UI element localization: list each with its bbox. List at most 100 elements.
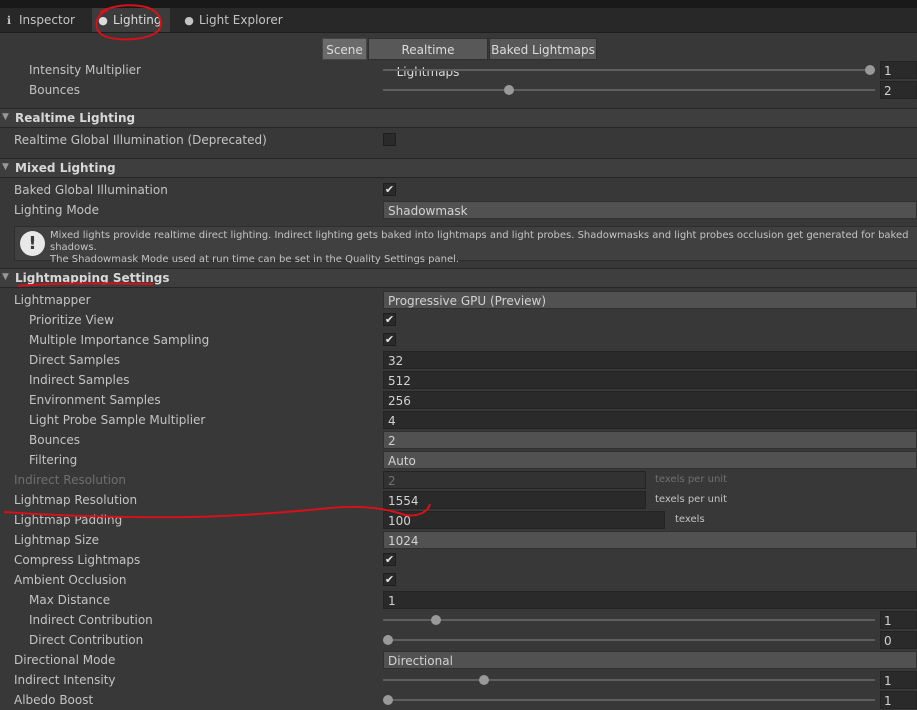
indirect-intensity-knob[interactable] xyxy=(479,675,490,685)
directional-mode-dropdown[interactable]: Directional xyxy=(383,651,917,669)
filtering-row: Filtering Auto xyxy=(0,450,917,470)
lightmap-size-dropdown[interactable]: 1024 xyxy=(383,531,917,549)
light-probe-multiplier-label: Light Probe Sample Multiplier xyxy=(29,413,206,427)
realtime-gi-checkbox[interactable] xyxy=(383,133,396,146)
environment-samples-row: Environment Samples 256 xyxy=(0,390,917,410)
directional-mode-row: Directional Mode Directional xyxy=(0,650,917,670)
realtime-lighting-header[interactable]: ▼ Realtime Lighting xyxy=(0,108,917,128)
intensity-multiplier-slider[interactable] xyxy=(383,69,875,71)
lightmapper-dropdown[interactable]: Progressive GPU (Preview) xyxy=(383,291,917,309)
ambient-occlusion-row: Ambient Occlusion ✔ xyxy=(0,570,917,590)
mis-label: Multiple Importance Sampling xyxy=(29,333,210,347)
albedo-boost-knob[interactable] xyxy=(383,695,393,705)
foldout-triangle-icon: ▼ xyxy=(2,112,9,122)
lightmap-resolution-row: Lightmap Resolution 1554 texels per unit xyxy=(0,490,917,510)
indirect-contribution-row: Indirect Contribution 1 xyxy=(0,610,917,630)
indirect-contribution-label: Indirect Contribution xyxy=(29,613,153,627)
environment-samples-label: Environment Samples xyxy=(29,393,161,407)
help-text: Mixed lights provide realtime direct lig… xyxy=(50,230,917,266)
intensity-multiplier-label: Intensity Multiplier xyxy=(29,63,141,77)
lighting-mode-row: Lighting Mode Shadowmask xyxy=(0,200,917,220)
baked-gi-row: Baked Global Illumination ✔ xyxy=(0,180,917,200)
section-title: Lightmapping Settings xyxy=(15,271,170,285)
albedo-boost-label: Albedo Boost xyxy=(14,693,94,707)
lightmap-padding-field[interactable]: 100 xyxy=(383,511,665,529)
bounces-slider[interactable] xyxy=(383,89,875,91)
intensity-multiplier-value[interactable]: 1 xyxy=(880,61,917,79)
indirect-contribution-value[interactable]: 1 xyxy=(880,611,917,629)
bounces-knob[interactable] xyxy=(503,85,514,95)
section-title: Mixed Lighting xyxy=(15,161,116,175)
lightmap-padding-label: Lightmap Padding xyxy=(14,513,123,527)
baked-gi-checkbox[interactable]: ✔ xyxy=(383,183,396,196)
indirect-resolution-suffix: texels per unit xyxy=(655,474,727,485)
direct-samples-row: Direct Samples 32 xyxy=(0,350,917,370)
lightmap-resolution-field[interactable]: 1554 xyxy=(383,491,646,509)
indirect-samples-field[interactable]: 512 xyxy=(383,371,917,389)
indirect-intensity-label: Indirect Intensity xyxy=(14,673,116,687)
baked-gi-label: Baked Global Illumination xyxy=(14,183,168,197)
bounces-row-top: Bounces 2 xyxy=(0,80,917,100)
albedo-boost-row: Albedo Boost 1 xyxy=(0,690,917,710)
mode-button-baked-lightmaps[interactable]: Baked Lightmaps xyxy=(489,38,597,60)
lighting-mode-label: Lighting Mode xyxy=(14,203,100,217)
direct-samples-field[interactable]: 32 xyxy=(383,351,917,369)
tab-light-explorer[interactable]: ● Light Explorer xyxy=(184,8,283,32)
bulb-icon: ● xyxy=(98,14,108,27)
ambient-occlusion-checkbox[interactable]: ✔ xyxy=(383,573,396,586)
direct-contribution-slider[interactable] xyxy=(383,639,875,641)
max-distance-field[interactable]: 1 xyxy=(383,591,917,609)
tab-label: Inspector xyxy=(19,13,75,27)
ambient-occlusion-label: Ambient Occlusion xyxy=(14,573,127,587)
intensity-multiplier-row: Intensity Multiplier 1 xyxy=(0,60,917,80)
light-probe-multiplier-field[interactable]: 4 xyxy=(383,411,917,429)
lightmapper-row: Lightmapper Progressive GPU (Preview) xyxy=(0,290,917,310)
lighting-mode-dropdown[interactable]: Shadowmask xyxy=(383,201,917,219)
direct-samples-label: Direct Samples xyxy=(29,353,120,367)
mis-checkbox[interactable]: ✔ xyxy=(383,333,396,346)
lm-bounces-dropdown[interactable]: 2 xyxy=(383,431,917,449)
filtering-dropdown[interactable]: Auto xyxy=(383,451,917,469)
lightmap-resolution-suffix: texels per unit xyxy=(655,494,727,505)
compress-lightmaps-checkbox[interactable]: ✔ xyxy=(383,553,396,566)
lightmap-padding-suffix: texels xyxy=(675,514,705,525)
tab-inspector[interactable]: ℹ Inspector xyxy=(4,8,75,32)
compress-lightmaps-label: Compress Lightmaps xyxy=(14,553,141,567)
indirect-resolution-field: 2 xyxy=(383,471,646,489)
direct-contribution-row: Direct Contribution 0 xyxy=(0,630,917,650)
section-title: Realtime Lighting xyxy=(15,111,136,125)
mode-button-scene[interactable]: Scene xyxy=(322,38,367,60)
mixed-lighting-header[interactable]: ▼ Mixed Lighting xyxy=(0,158,917,178)
intensity-multiplier-knob[interactable] xyxy=(865,65,875,75)
indirect-intensity-value[interactable]: 1 xyxy=(880,671,917,689)
filtering-label: Filtering xyxy=(29,453,78,467)
albedo-boost-slider[interactable] xyxy=(383,699,875,701)
indirect-intensity-slider[interactable] xyxy=(383,679,875,681)
tab-label: Lighting xyxy=(113,13,162,27)
indirect-contribution-slider[interactable] xyxy=(383,619,875,621)
lightmap-size-label: Lightmap Size xyxy=(14,533,100,547)
bounces-label: Bounces xyxy=(29,83,81,97)
albedo-boost-value[interactable]: 1 xyxy=(880,691,917,709)
lightmap-size-row: Lightmap Size 1024 xyxy=(0,530,917,550)
bulb-icon: ● xyxy=(184,14,194,27)
foldout-triangle-icon: ▼ xyxy=(2,162,9,172)
max-distance-row: Max Distance 1 xyxy=(0,590,917,610)
bounces-value[interactable]: 2 xyxy=(880,81,917,99)
prioritize-view-checkbox[interactable]: ✔ xyxy=(383,313,396,326)
lightmapping-settings-header[interactable]: ▼ Lightmapping Settings xyxy=(0,268,917,288)
direct-contribution-value[interactable]: 0 xyxy=(880,631,917,649)
directional-mode-label: Directional Mode xyxy=(14,653,116,667)
tab-lighting[interactable]: ● Lighting xyxy=(92,8,170,32)
mis-row: Multiple Importance Sampling ✔ xyxy=(0,330,917,350)
help-box: ! Mixed lights provide realtime direct l… xyxy=(14,226,917,265)
lm-bounces-label: Bounces xyxy=(29,433,81,447)
indirect-contribution-knob[interactable] xyxy=(431,615,442,625)
indirect-resolution-row: Indirect Resolution 2 texels per unit xyxy=(0,470,917,490)
mode-button-realtime-lightmaps[interactable]: Realtime Lightmaps xyxy=(368,38,488,79)
direct-contribution-knob[interactable] xyxy=(383,635,393,645)
indirect-resolution-label: Indirect Resolution xyxy=(14,473,126,487)
lightmapper-label: Lightmapper xyxy=(14,293,91,307)
light-probe-multiplier-row: Light Probe Sample Multiplier 4 xyxy=(0,410,917,430)
environment-samples-field[interactable]: 256 xyxy=(383,391,917,409)
